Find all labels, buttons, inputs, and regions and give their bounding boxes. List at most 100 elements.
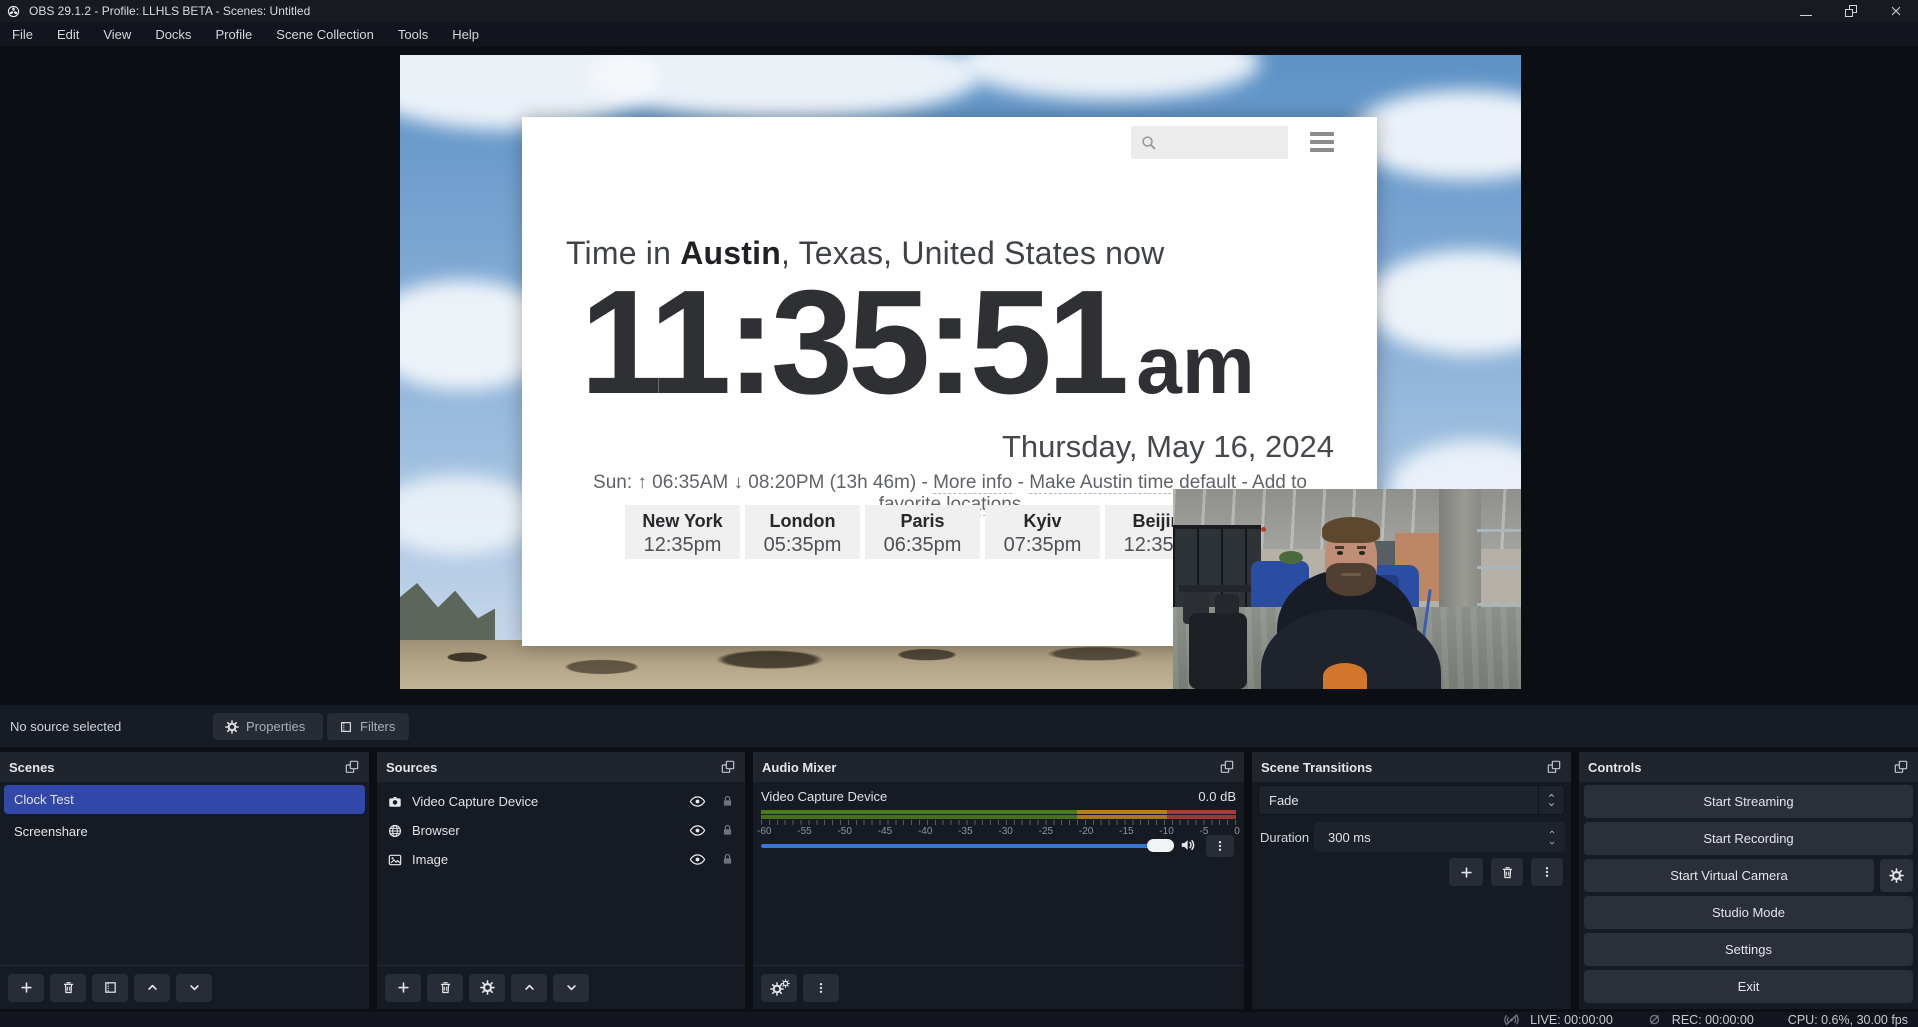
dock-popout-icon[interactable] bbox=[1893, 759, 1909, 775]
lock-icon[interactable] bbox=[720, 823, 735, 838]
source-item-video-capture[interactable]: Video Capture Device bbox=[377, 787, 745, 816]
chevron-up-icon bbox=[1547, 791, 1556, 800]
globe-icon bbox=[387, 823, 403, 839]
menu-docks[interactable]: Docks bbox=[143, 27, 203, 42]
start-streaming-button[interactable]: Start Streaming bbox=[1584, 785, 1913, 818]
chevron-up-icon bbox=[145, 980, 160, 995]
transition-properties-button[interactable] bbox=[1531, 858, 1563, 886]
duration-spinbox[interactable]: 300 ms bbox=[1314, 822, 1565, 852]
settings-button[interactable]: Settings bbox=[1584, 933, 1913, 966]
program-preview[interactable]: TIME.IS Time in Austin, Texas, United St… bbox=[400, 55, 1521, 689]
menu-edit[interactable]: Edit bbox=[45, 27, 91, 42]
more-info-link: More info bbox=[933, 472, 1012, 494]
meter-tick-marks bbox=[761, 820, 1236, 825]
mixer-channel-name: Video Capture Device bbox=[761, 789, 887, 804]
source-properties-button[interactable] bbox=[469, 974, 505, 1002]
spin-down-icon[interactable] bbox=[1547, 839, 1557, 847]
mixer-channel-menu-button[interactable] bbox=[1206, 835, 1234, 857]
add-source-button[interactable] bbox=[385, 974, 421, 1002]
chevron-down-icon bbox=[564, 980, 579, 995]
scene-filters-button[interactable] bbox=[92, 974, 128, 1002]
menu-file[interactable]: File bbox=[0, 27, 45, 42]
controls-panel-title: Controls bbox=[1588, 760, 1641, 775]
live-timer: LIVE: 00:00:00 bbox=[1530, 1013, 1613, 1027]
lock-icon[interactable] bbox=[720, 852, 735, 867]
advanced-audio-properties-button[interactable] bbox=[761, 974, 797, 1002]
add-scene-button[interactable] bbox=[8, 974, 44, 1002]
exit-button[interactable]: Exit bbox=[1584, 970, 1913, 1003]
properties-button[interactable]: Properties bbox=[213, 713, 323, 740]
source-item-browser[interactable]: Browser bbox=[377, 816, 745, 845]
camera-icon bbox=[387, 794, 403, 810]
scene-move-up-button[interactable] bbox=[134, 974, 170, 1002]
menu-view[interactable]: View bbox=[91, 27, 143, 42]
obs-window: OBS 29.1.2 - Profile: LLHLS BETA - Scene… bbox=[0, 0, 1918, 1027]
source-item-image[interactable]: Image bbox=[377, 845, 745, 874]
menu-profile[interactable]: Profile bbox=[203, 27, 264, 42]
hamburger-menu-icon bbox=[1310, 132, 1334, 152]
minimize-button[interactable] bbox=[1783, 0, 1828, 22]
volume-slider-track[interactable] bbox=[761, 844, 1169, 848]
dock-popout-icon[interactable] bbox=[344, 759, 360, 775]
scene-transitions-panel: Scene Transitions Fade Duration 300 ms bbox=[1252, 752, 1571, 1009]
remove-source-button[interactable] bbox=[427, 974, 463, 1002]
studio-mode-button[interactable]: Studio Mode bbox=[1584, 896, 1913, 929]
speaker-icon[interactable] bbox=[1178, 835, 1198, 855]
start-recording-button[interactable]: Start Recording bbox=[1584, 822, 1913, 855]
window-title: OBS 29.1.2 - Profile: LLHLS BETA - Scene… bbox=[29, 4, 310, 18]
remove-transition-button[interactable] bbox=[1491, 858, 1523, 886]
chevron-down-icon bbox=[1547, 800, 1556, 809]
virtual-camera-config-button[interactable] bbox=[1880, 859, 1913, 892]
controls-panel: Controls Start Streaming Start Recording… bbox=[1579, 752, 1918, 1009]
close-icon bbox=[1888, 3, 1904, 19]
stream-inactive-icon bbox=[1503, 1011, 1520, 1027]
spin-up-icon[interactable] bbox=[1547, 828, 1557, 836]
mixer-menu-button[interactable] bbox=[803, 974, 839, 1002]
kebab-menu-icon bbox=[1540, 865, 1554, 879]
trash-icon bbox=[1500, 865, 1515, 880]
gear-icon bbox=[781, 979, 790, 988]
filters-button[interactable]: Filters bbox=[327, 713, 409, 740]
gear-icon bbox=[1889, 868, 1904, 883]
filter-icon bbox=[103, 980, 118, 995]
lock-icon[interactable] bbox=[720, 794, 735, 809]
plus-icon bbox=[19, 980, 34, 995]
select-chevrons bbox=[1538, 786, 1564, 814]
scenes-panel-title: Scenes bbox=[9, 760, 55, 775]
start-virtual-camera-button[interactable]: Start Virtual Camera bbox=[1584, 859, 1874, 892]
scenes-panel: Scenes Clock Test Screenshare bbox=[0, 752, 369, 1009]
timeis-search-box bbox=[1131, 126, 1288, 159]
remove-scene-button[interactable] bbox=[50, 974, 86, 1002]
menu-tools[interactable]: Tools bbox=[386, 27, 440, 42]
scene-move-down-button[interactable] bbox=[176, 974, 212, 1002]
close-button[interactable] bbox=[1873, 0, 1918, 22]
world-time-kyiv: Kyiv07:35pm bbox=[985, 505, 1100, 559]
chevron-down-icon bbox=[187, 980, 202, 995]
rec-timer: REC: 00:00:00 bbox=[1672, 1013, 1754, 1027]
sources-panel-title: Sources bbox=[386, 760, 437, 775]
source-status-text: No source selected bbox=[10, 705, 121, 747]
dock-popout-icon[interactable] bbox=[1546, 759, 1562, 775]
transition-select[interactable]: Fade bbox=[1258, 785, 1565, 815]
plus-icon bbox=[396, 980, 411, 995]
dock-popout-icon[interactable] bbox=[1219, 759, 1235, 775]
visibility-eye-icon[interactable] bbox=[689, 851, 706, 868]
source-move-down-button[interactable] bbox=[553, 974, 589, 1002]
volume-meter bbox=[761, 810, 1236, 814]
scene-transitions-panel-title: Scene Transitions bbox=[1261, 760, 1372, 775]
menu-scene-collection[interactable]: Scene Collection bbox=[264, 27, 386, 42]
title-bar[interactable]: OBS 29.1.2 - Profile: LLHLS BETA - Scene… bbox=[0, 0, 1918, 22]
scene-item-clock-test[interactable]: Clock Test bbox=[4, 785, 365, 814]
visibility-eye-icon[interactable] bbox=[689, 822, 706, 839]
visibility-eye-icon[interactable] bbox=[689, 793, 706, 810]
clock-ampm: am bbox=[1136, 320, 1255, 411]
restore-button[interactable] bbox=[1828, 0, 1873, 22]
volume-slider-handle[interactable] bbox=[1147, 839, 1174, 852]
menu-help[interactable]: Help bbox=[440, 27, 491, 42]
video-capture-source-webcam bbox=[1173, 489, 1521, 689]
dock-popout-icon[interactable] bbox=[720, 759, 736, 775]
source-move-up-button[interactable] bbox=[511, 974, 547, 1002]
scene-item-screenshare[interactable]: Screenshare bbox=[4, 817, 365, 846]
menu-bar: File Edit View Docks Profile Scene Colle… bbox=[0, 22, 1918, 46]
add-transition-button[interactable] bbox=[1449, 858, 1483, 886]
